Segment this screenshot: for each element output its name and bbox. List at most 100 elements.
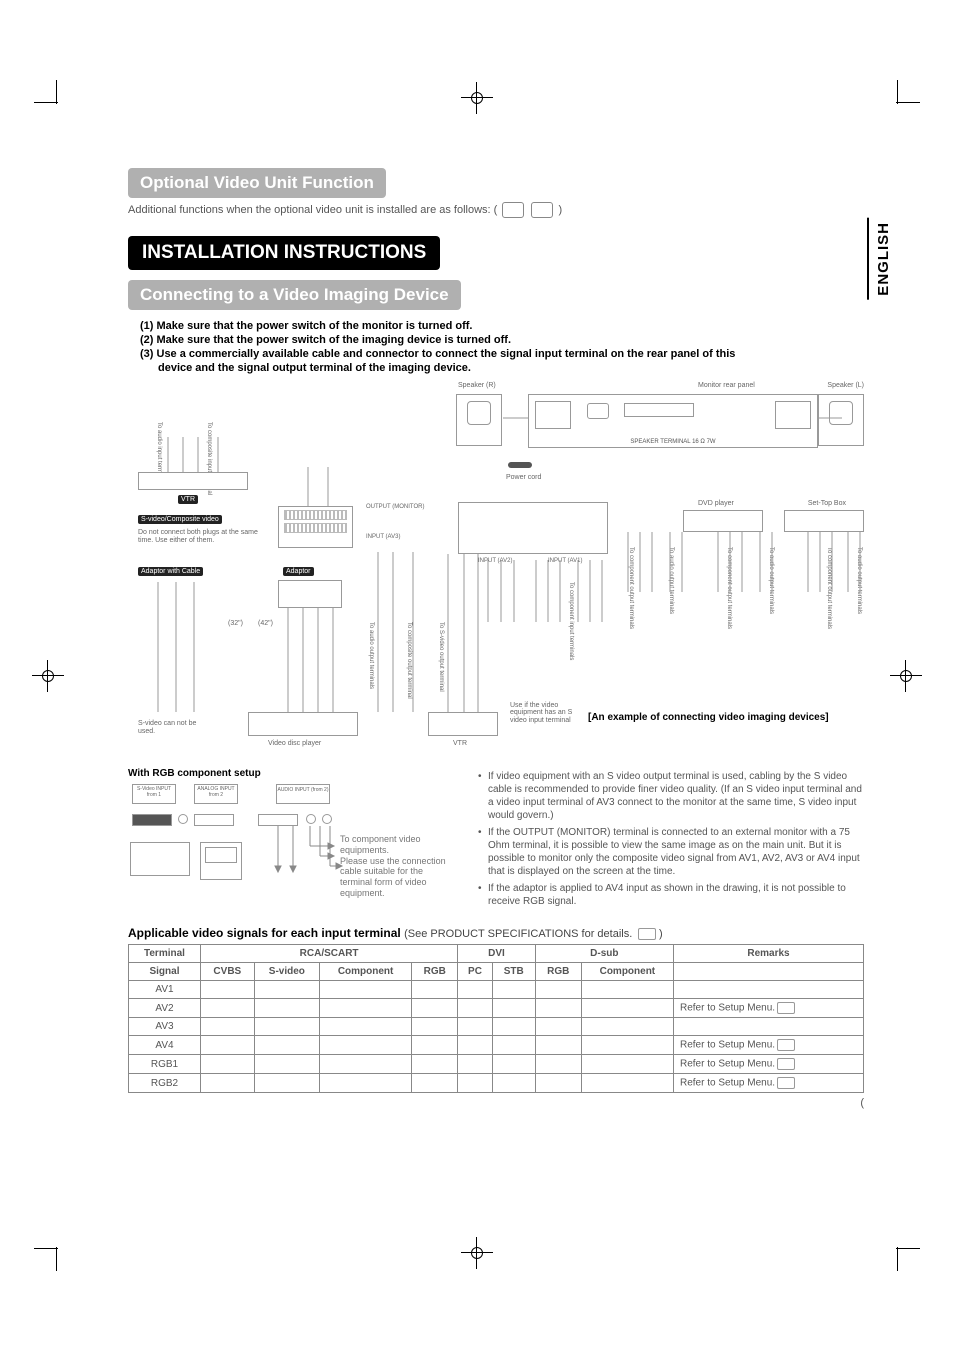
cell-blank xyxy=(200,1018,254,1036)
registration-mark-icon xyxy=(467,88,487,108)
cell-blank xyxy=(581,981,673,999)
cell-blank xyxy=(320,981,412,999)
connector-icon xyxy=(132,814,172,826)
cell-blank xyxy=(492,1018,535,1036)
cell-blank xyxy=(458,1018,493,1036)
cell-blank xyxy=(458,1055,493,1074)
th-terminal: Terminal xyxy=(129,945,201,963)
cell-terminal: AV2 xyxy=(129,999,201,1018)
crop-mark xyxy=(897,80,898,104)
cell-blank xyxy=(200,1074,254,1093)
th-cvbs: CVBS xyxy=(200,963,254,981)
rgb-svideo2-box: ANALOG INPUT from 2 xyxy=(194,784,238,804)
reference-icon xyxy=(777,1058,795,1070)
crop-mark xyxy=(34,1248,58,1249)
th-rgb2: RGB xyxy=(535,963,581,981)
cell-blank xyxy=(200,1055,254,1074)
registration-mark-icon xyxy=(896,666,916,686)
cell-terminal: AV1 xyxy=(129,981,201,999)
cell-blank xyxy=(458,981,493,999)
reference-icon xyxy=(777,1002,795,1014)
registration-mark-icon xyxy=(467,1243,487,1263)
jack-icon xyxy=(322,814,332,824)
reference-icon xyxy=(777,1039,795,1051)
jack-icon xyxy=(306,814,316,824)
cell-blank xyxy=(458,1036,493,1055)
cell-blank xyxy=(412,1018,458,1036)
rgb-note2: Please use the connection cable suitable… xyxy=(340,856,446,898)
registration-mark-icon xyxy=(38,666,58,686)
device-icon xyxy=(130,842,190,876)
connector-icon xyxy=(194,814,234,826)
cell-blank xyxy=(535,981,581,999)
cell-remark: Refer to Setup Menu. xyxy=(674,1074,864,1093)
cell-blank xyxy=(254,1036,319,1055)
cell-remark: Refer to Setup Menu. xyxy=(674,1055,864,1074)
cell-blank xyxy=(412,981,458,999)
cell-terminal: AV3 xyxy=(129,1018,201,1036)
table-row: AV4 Refer to Setup Menu. xyxy=(129,1036,864,1055)
heading-optional: Optional Video Unit Function xyxy=(128,168,386,198)
table-row: RGB1 Refer to Setup Menu. xyxy=(129,1055,864,1074)
device-icon xyxy=(200,842,242,880)
table-row: AV1 xyxy=(129,981,864,999)
cell-terminal: AV4 xyxy=(129,1036,201,1055)
remark-text: Refer to Setup Menu. xyxy=(680,1059,775,1070)
cell-terminal: RGB2 xyxy=(129,1074,201,1093)
bullet-2: If the OUTPUT (MONITOR) terminal is conn… xyxy=(478,826,864,878)
reference-icon xyxy=(638,928,656,940)
cell-blank xyxy=(320,1018,412,1036)
cell-blank xyxy=(581,1074,673,1093)
th-remarks-blank xyxy=(674,963,864,981)
cell-blank xyxy=(535,999,581,1018)
reference-icon xyxy=(777,1077,795,1089)
reference-icon xyxy=(531,202,553,218)
cell-blank xyxy=(254,999,319,1018)
connector-icon xyxy=(258,814,298,826)
rgb-svideo1-box: S-Video INPUT from 1 xyxy=(132,784,176,804)
cell-blank xyxy=(200,981,254,999)
cell-blank xyxy=(535,1055,581,1074)
th-component2: Component xyxy=(581,963,673,981)
cell-remark: Refer to Setup Menu. xyxy=(674,999,864,1018)
bullet-1: If video equipment with an S video outpu… xyxy=(478,770,864,822)
table-title-sub-end: ) xyxy=(659,928,663,940)
signals-table: Terminal RCA/SCART DVI D-sub Remarks Sig… xyxy=(128,944,864,1093)
language-tab: ENGLISH xyxy=(867,218,892,300)
connection-diagram: Speaker (R) Monitor rear panel Speaker (… xyxy=(128,382,864,762)
heading-installation: INSTALLATION INSTRUCTIONS xyxy=(128,236,440,270)
instruction-steps: (1) Make sure that the power switch of t… xyxy=(140,320,864,374)
th-dvi: DVI xyxy=(458,945,535,963)
cell-blank xyxy=(254,1055,319,1074)
cell-blank xyxy=(412,999,458,1018)
cell-blank xyxy=(581,1018,673,1036)
cell-blank xyxy=(581,999,673,1018)
step-2: (2) Make sure that the power switch of t… xyxy=(140,334,864,346)
cell-blank xyxy=(492,999,535,1018)
cell-blank xyxy=(581,1036,673,1055)
cell-remark xyxy=(674,981,864,999)
cell-blank xyxy=(254,1074,319,1093)
cell-blank xyxy=(412,1055,458,1074)
table-title-sub: (See PRODUCT SPECIFICATIONS for details. xyxy=(404,928,632,940)
cell-blank xyxy=(320,1074,412,1093)
table-title-main: Applicable video signals for each input … xyxy=(128,926,401,940)
cell-blank xyxy=(254,981,319,999)
intro-text: Additional functions when the optional v… xyxy=(128,202,864,218)
cell-blank xyxy=(200,999,254,1018)
cell-blank xyxy=(492,1055,535,1074)
th-rca: RCA/SCART xyxy=(200,945,457,963)
intro-text-end: ) xyxy=(559,204,563,216)
th-stb: STB xyxy=(492,963,535,981)
cell-blank xyxy=(320,1036,412,1055)
cell-blank xyxy=(254,1018,319,1036)
cell-blank xyxy=(412,1036,458,1055)
step-1: (1) Make sure that the power switch of t… xyxy=(140,320,864,332)
cell-blank xyxy=(581,1055,673,1074)
table-row: RGB2 Refer to Setup Menu. xyxy=(129,1074,864,1093)
th-remarks: Remarks xyxy=(674,945,864,963)
remark-text: Refer to Setup Menu. xyxy=(680,1040,775,1051)
cell-remark: Refer to Setup Menu. xyxy=(674,1036,864,1055)
rgb-audio-box: AUDIO INPUT (from 2) xyxy=(276,784,330,804)
table-row: AV3 xyxy=(129,1018,864,1036)
